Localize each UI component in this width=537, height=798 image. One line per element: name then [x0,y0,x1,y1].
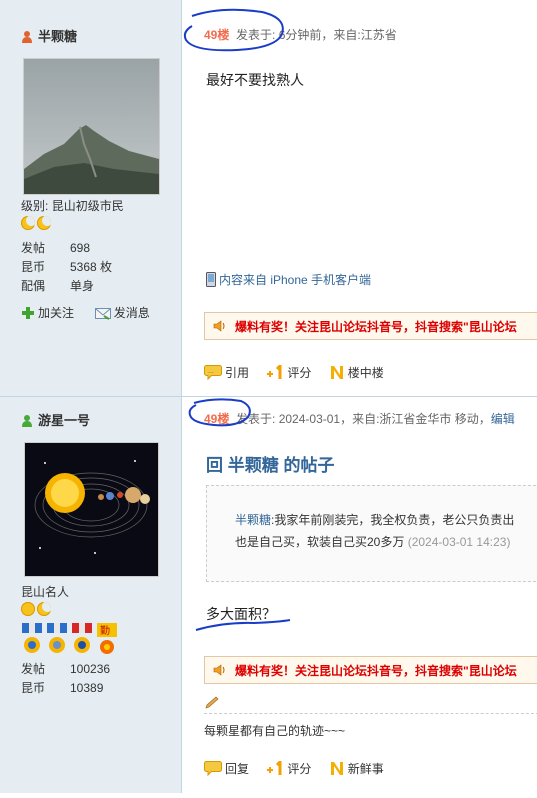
avatar[interactable] [23,58,160,195]
quote-author[interactable]: 半颗糖 [235,513,271,527]
phone-icon [206,272,216,287]
author-name[interactable]: 游星一号 [21,410,90,429]
user-title: 昆山名人 [21,585,70,599]
send-message-button[interactable]: 发消息 [94,306,150,320]
male-user-icon [22,415,32,427]
speaker-icon [213,664,225,676]
follow-button[interactable]: 加关注 [21,306,77,320]
speaker-icon [213,320,225,332]
author-sidebar: 游星一号 昆山名人 勤 发帖 100236 昆币 10389 [0,397,182,793]
reply-button[interactable]: 回复 [204,760,249,777]
n-icon [330,366,343,379]
reply-title: 回 半颗糖 的帖子 [206,456,335,475]
level-badges [21,216,53,233]
post-meta: 49楼 发表于: 2024-03-01，来自:浙江省金华市 移动，编辑 [204,412,515,426]
svg-text:勤: 勤 [100,624,110,637]
n-icon [330,762,343,775]
moon-icon [21,216,35,230]
stat-posts: 发帖 698 [21,241,91,255]
floor-in-floor-button[interactable]: 楼中楼 [329,364,384,381]
pencil-icon [205,696,219,709]
smiley-icon [21,602,35,616]
user-actions: 加关注 发消息 [21,304,150,323]
avatar[interactable] [24,442,159,577]
quoted-post: 半颗糖:我家年前刚装完，我全权负责，老公只负责出 也是自己买，软装自己买20多万… [206,485,537,582]
medal-row: 勤 [21,623,121,660]
plus-one-icon [267,761,282,775]
female-user-icon [22,31,32,43]
floor-number[interactable]: 49楼 [204,28,229,42]
post-main: 49楼 发表于: 2024-03-01，来自:浙江省金华市 移动，编辑 回 半颗… [182,397,537,793]
post-49-b: 游星一号 昆山名人 勤 发帖 100236 昆币 10389 49楼 发表于: … [0,397,537,793]
medals-icon: 勤 [22,623,117,654]
reply-icon [204,761,222,776]
plus-icon [22,307,34,319]
post-content: 多大面积？ [206,606,276,622]
stat-posts: 发帖 100236 [21,662,111,676]
author-name[interactable]: 半颗糖 [21,26,77,45]
quote-button[interactable]: ... 引用 [204,364,249,381]
author-sidebar: 半颗糖 级别: 昆山初级市民 发帖 698 昆币 5368 枚 配偶 单身 加关注 [0,0,182,396]
stat-coins: 昆币 5368 枚 [21,260,113,274]
envelope-icon [94,308,111,320]
stat-coins: 昆币 10389 [21,681,104,695]
post-49-a: 半颗糖 级别: 昆山初级市民 发帖 698 昆币 5368 枚 配偶 单身 加关注 [0,0,537,397]
quote-icon: ... [204,365,222,380]
signature-divider [204,713,537,714]
ad-banner[interactable]: 爆料有奖！关注昆山论坛抖音号，抖音搜索"昆山论坛 [204,656,537,684]
news-feed-button[interactable]: 新鲜事 [329,760,384,777]
signature: 每颗星都有自己的轨迹~~~ [204,724,346,738]
rate-button[interactable]: 评分 [266,364,311,381]
floor-number[interactable]: 49楼 [204,412,229,426]
ad-banner[interactable]: 爆料有奖！关注昆山论坛抖音号，抖音搜索"昆山论坛 [204,312,537,340]
user-stats: 发帖 698 昆币 5368 枚 配偶 单身 [21,239,112,296]
avatar-image [24,59,159,194]
edit-link[interactable]: 编辑 [491,412,515,426]
post-actions: ... 引用 评分 楼中楼 [204,364,398,381]
svg-text:...: ... [208,368,214,375]
post-content: 最好不要找熟人 [206,72,304,88]
level-badges [21,602,53,619]
post-main: 49楼 发表于: 6分钟前，来自:江苏省 最好不要找熟人 内容来自 iPhone… [182,0,537,396]
user-level: 级别: 昆山初级市民 [21,199,124,213]
stat-spouse: 配偶 单身 [21,279,95,293]
user-stats: 发帖 100236 昆币 10389 [21,660,110,698]
moon-icon [37,216,51,230]
rate-button[interactable]: 评分 [266,760,311,777]
post-meta: 49楼 发表于: 6分钟前，来自:江苏省 [204,28,397,42]
plus-one-icon [267,365,282,379]
client-note[interactable]: 内容来自 iPhone 手机客户端 [206,271,371,288]
avatar-image [25,443,158,576]
post-actions: 回复 评分 新鲜事 [204,760,398,777]
moon-icon [37,602,51,616]
